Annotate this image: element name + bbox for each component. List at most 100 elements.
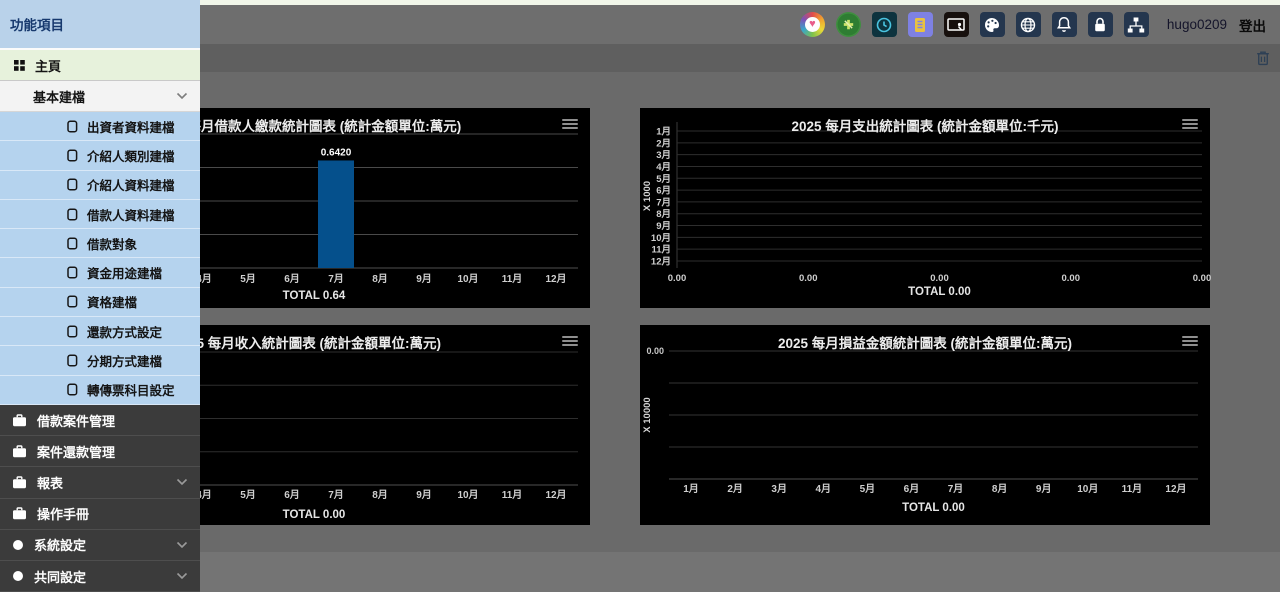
- svg-text:9月: 9月: [1036, 483, 1052, 495]
- svg-text:11月: 11月: [502, 489, 523, 501]
- svg-text:0.00: 0.00: [1193, 273, 1212, 284]
- sidebar-item-label: 介紹人類別建檔: [87, 146, 175, 165]
- sidebar-item-qualification[interactable]: 資格建檔: [0, 288, 200, 317]
- sidebar-item-investor-data[interactable]: 出資者資料建檔: [0, 112, 200, 141]
- svg-text:0.00: 0.00: [1062, 273, 1081, 284]
- svg-text:11月: 11月: [502, 273, 523, 285]
- sidebar-item-manual[interactable]: 操作手冊: [0, 499, 200, 530]
- svg-text:5月: 5月: [240, 273, 256, 285]
- svg-text:TOTAL 0.00: TOTAL 0.00: [908, 286, 971, 298]
- sidebar-item-loan-target[interactable]: 借款對象: [0, 229, 200, 258]
- svg-text:5月: 5月: [240, 489, 256, 501]
- svg-text:0.00: 0.00: [799, 273, 818, 284]
- svg-text:10月: 10月: [651, 233, 671, 244]
- briefcase-icon: [12, 507, 27, 520]
- svg-text:1月: 1月: [683, 483, 699, 495]
- chevron-down-icon: [176, 541, 188, 548]
- card-icon: [67, 178, 78, 191]
- sidebar-item-common-settings[interactable]: 共同設定: [0, 561, 200, 592]
- bar-chart-plot: 1月2月3月4月5月6月7月8月9月10月11月12月0.000.000.000…: [640, 108, 1210, 308]
- svg-text:0.00: 0.00: [668, 273, 687, 284]
- sitemap-icon[interactable]: [1124, 12, 1149, 37]
- card-icon: [67, 208, 78, 221]
- gear-icon: [12, 570, 24, 582]
- sidebar-item-label: 系統設定: [34, 535, 86, 554]
- palette-icon[interactable]: [980, 12, 1005, 37]
- sidebar-item-repayment-method[interactable]: 還款方式設定: [0, 317, 200, 346]
- sidebar-item-case-repayment-mgmt[interactable]: 案件還款管理: [0, 436, 200, 467]
- sidebar-item-introducer-category[interactable]: 介紹人類別建檔: [0, 141, 200, 170]
- svg-text:12月: 12月: [651, 257, 671, 268]
- chart-menu-icon[interactable]: [1182, 336, 1198, 348]
- trash-icon[interactable]: [1256, 50, 1270, 66]
- community-logo-icon[interactable]: ♥: [800, 12, 825, 37]
- sidebar-item-label: 借款對象: [87, 234, 137, 253]
- svg-text:0.00: 0.00: [930, 273, 949, 284]
- chart-title: 2025 每月支出統計圖表 (統計金額單位:千元): [640, 115, 1210, 135]
- lock-icon[interactable]: [1088, 12, 1113, 37]
- svg-text:6月: 6月: [656, 186, 671, 197]
- svg-text:6月: 6月: [284, 273, 300, 285]
- card-icon: [67, 354, 78, 367]
- topbar-icon-group: ♥: [800, 12, 1149, 37]
- sidebar-item-label: 主頁: [35, 56, 61, 75]
- notifications-bell-icon[interactable]: [1052, 12, 1077, 37]
- globe-icon[interactable]: [1016, 12, 1041, 37]
- sidebar-item-label: 基本建檔: [33, 87, 85, 106]
- sidebar-item-label: 出資者資料建檔: [87, 117, 175, 136]
- sidebar-item-label: 還款方式設定: [87, 322, 162, 341]
- gear-icon: [12, 539, 24, 551]
- sidebar-item-label: 介紹人資料建檔: [87, 175, 175, 194]
- chart-monthly-expense: 2025 每月支出統計圖表 (統計金額單位:千元) 1月2月3月4月5月6月7月…: [640, 108, 1210, 308]
- svg-text:8月: 8月: [372, 273, 388, 285]
- svg-text:4月: 4月: [656, 162, 671, 173]
- clock-icon[interactable]: [872, 12, 897, 37]
- svg-text:7月: 7月: [328, 489, 344, 501]
- scroll-document-icon[interactable]: [908, 12, 933, 37]
- svg-text:7月: 7月: [948, 483, 964, 495]
- svg-text:9月: 9月: [656, 221, 671, 232]
- sidebar-item-borrower-data[interactable]: 借款人資料建檔: [0, 200, 200, 229]
- sidebar-item-system-settings[interactable]: 系統設定: [0, 530, 200, 561]
- sidebar-item-basic-files[interactable]: 基本建檔: [0, 81, 200, 112]
- sidebar-item-label: 資格建檔: [87, 292, 137, 311]
- green-app-logo-icon[interactable]: [836, 12, 861, 37]
- sidebar-item-voucher-subject[interactable]: 轉傳票科目設定: [0, 376, 200, 405]
- chevron-down-icon: [176, 93, 188, 100]
- svg-text:11月: 11月: [651, 245, 671, 256]
- card-icon: [67, 295, 78, 308]
- svg-text:11月: 11月: [1122, 483, 1143, 495]
- chart-menu-icon[interactable]: [1182, 119, 1198, 131]
- svg-text:10月: 10月: [1077, 483, 1098, 495]
- logout-button[interactable]: 登出: [1239, 15, 1266, 35]
- svg-text:12月: 12月: [545, 489, 566, 501]
- svg-text:TOTAL 0.64: TOTAL 0.64: [283, 290, 346, 302]
- card-icon: [67, 383, 78, 396]
- sidebar-header: 功能項目: [0, 0, 200, 50]
- sidebar-item-label: 分期方式建檔: [87, 351, 162, 370]
- sidebar-item-introducer-data[interactable]: 介紹人資料建檔: [0, 171, 200, 200]
- sidebar-item-fund-usage[interactable]: 資金用途建檔: [0, 258, 200, 287]
- card-icon: [67, 266, 78, 279]
- bar-chart-plot: 1月2月3月4月5月6月7月8月9月10月11月12月0.00X 10000TO…: [640, 325, 1210, 525]
- chart-menu-icon[interactable]: [562, 119, 578, 131]
- presentation-board-icon[interactable]: [944, 12, 969, 37]
- chevron-down-icon: [176, 573, 188, 580]
- card-icon: [67, 120, 78, 133]
- sidebar-item-reports[interactable]: 報表: [0, 467, 200, 498]
- sidebar-item-home[interactable]: 主頁: [0, 50, 200, 81]
- svg-text:7月: 7月: [328, 273, 344, 285]
- svg-text:4月: 4月: [816, 483, 832, 495]
- svg-text:8月: 8月: [372, 489, 388, 501]
- sidebar-item-loan-case-mgmt[interactable]: 借款案件管理: [0, 405, 200, 436]
- svg-text:7月: 7月: [656, 197, 671, 208]
- sidebar-item-label: 共同設定: [34, 567, 86, 586]
- svg-text:6月: 6月: [904, 483, 920, 495]
- sidebar-item-installment-method[interactable]: 分期方式建檔: [0, 346, 200, 375]
- svg-text:0.6420: 0.6420: [321, 147, 352, 158]
- svg-text:8月: 8月: [992, 483, 1008, 495]
- chart-menu-icon[interactable]: [562, 336, 578, 348]
- svg-text:2月: 2月: [656, 138, 671, 149]
- card-icon: [67, 237, 78, 250]
- chart-title: 2025 每月損益金額統計圖表 (統計金額單位:萬元): [640, 332, 1210, 352]
